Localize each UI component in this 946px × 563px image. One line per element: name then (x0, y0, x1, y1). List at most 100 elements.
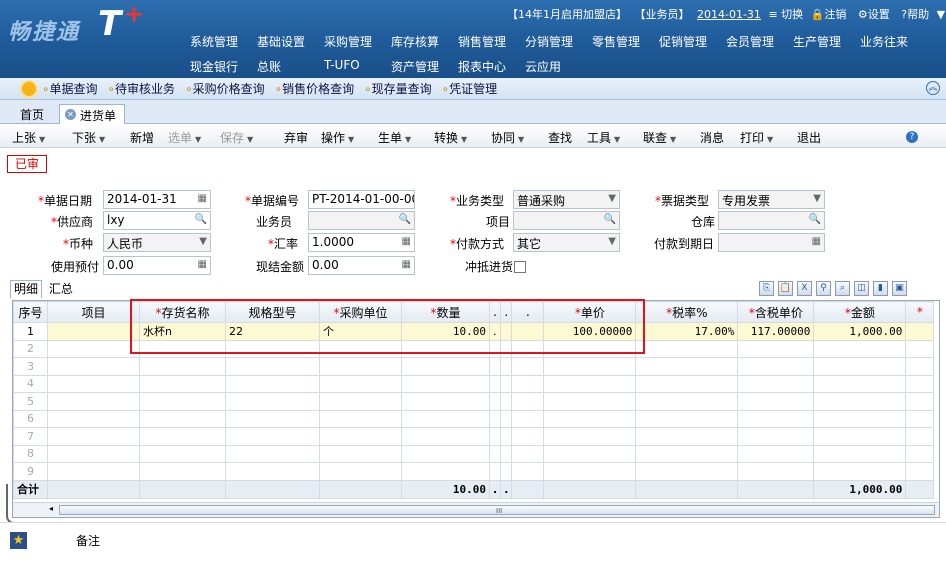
table-cell[interactable] (225, 427, 320, 446)
settle-field[interactable]: 0.00 ▦ (308, 256, 415, 275)
menu-item-2[interactable]: 采购管理 (324, 33, 391, 50)
calculator-icon[interactable]: ▦ (198, 259, 207, 270)
table-cell[interactable] (500, 427, 513, 446)
table-cell[interactable] (543, 374, 637, 393)
login-date-link[interactable]: 2014-01-31 (697, 8, 761, 21)
table-row[interactable]: 3 (13, 357, 935, 376)
column-header-13[interactable]: * (905, 301, 935, 323)
table-cell[interactable] (511, 374, 545, 393)
settings-button[interactable]: ⚙设置 (858, 8, 894, 21)
menu-item-4[interactable]: 销售管理 (458, 33, 525, 50)
zoom-icon[interactable]: ⌕ (835, 281, 850, 296)
table-cell[interactable] (511, 357, 545, 376)
calculator-icon[interactable]: ▦ (402, 259, 411, 270)
table-cell[interactable] (319, 392, 402, 411)
table-cell[interactable] (225, 462, 320, 481)
paydue-field[interactable]: ▦ (718, 233, 825, 252)
table-cell[interactable] (500, 357, 513, 376)
table-cell[interactable] (488, 444, 502, 463)
menu-item-6[interactable]: 零售管理 (592, 33, 659, 50)
table-cell[interactable] (47, 427, 140, 446)
menu-item-0[interactable]: 系统管理 (190, 33, 257, 50)
table-cell[interactable] (635, 462, 739, 481)
table-cell[interactable] (139, 444, 226, 463)
table-cell[interactable] (47, 392, 140, 411)
payway-select[interactable]: 其它 ▼ (513, 233, 620, 252)
table-row[interactable]: 9 (13, 462, 935, 481)
table-cell[interactable] (635, 444, 739, 463)
tab-detail[interactable]: 明细 (10, 280, 43, 298)
toolbar-button-3[interactable]: 选单 ▼ (168, 129, 201, 146)
toolbar-button-12[interactable]: 联查 ▼ (643, 129, 676, 146)
quick-link-5[interactable]: ∘凭证管理 (442, 80, 498, 97)
table-cell[interactable] (319, 444, 402, 463)
export-excel-icon[interactable]: X (797, 281, 812, 296)
table-cell[interactable] (139, 427, 226, 446)
table-cell[interactable] (401, 409, 490, 428)
table-row[interactable]: 8 (13, 444, 935, 463)
table-cell[interactable] (543, 444, 637, 463)
table-row[interactable]: 5 (13, 392, 935, 411)
toolbar-button-13[interactable]: 消息 (700, 129, 724, 146)
rate-field[interactable]: 1.0000 ▦ (308, 233, 415, 252)
table-cell[interactable] (139, 374, 226, 393)
toolbar-button-0[interactable]: 上张 ▼ (12, 129, 45, 146)
date-field[interactable]: 2014-01-31 ▦ (103, 190, 211, 209)
table-cell[interactable] (737, 392, 815, 411)
table-cell[interactable] (813, 444, 907, 463)
table-cell[interactable] (635, 409, 739, 428)
project-field[interactable]: 🔍 (513, 211, 620, 230)
table-cell[interactable] (737, 374, 815, 393)
menu2-item-1[interactable]: 总账 (257, 58, 324, 75)
logout-button[interactable]: 🔒注销 (811, 8, 851, 21)
clerk-field[interactable]: 🔍 (308, 211, 415, 230)
table-cell[interactable] (47, 339, 140, 358)
table-cell[interactable] (905, 427, 935, 446)
table-cell[interactable] (47, 357, 140, 376)
table-cell[interactable]: 5 (13, 392, 48, 411)
toolbar-button-7[interactable]: 生单 ▼ (378, 129, 411, 146)
calculator-icon[interactable]: ▦ (402, 236, 411, 247)
tab-home[interactable]: 首页 (12, 104, 52, 124)
table-cell[interactable]: 1,000.00 (813, 322, 907, 341)
menu-item-5[interactable]: 分销管理 (525, 33, 592, 50)
table-cell[interactable] (905, 392, 935, 411)
chart-icon[interactable]: ▮ (873, 281, 888, 296)
menu-item-9[interactable]: 生产管理 (793, 33, 860, 50)
search-icon[interactable]: 🔍 (195, 214, 207, 225)
paste-row-icon[interactable]: 📋 (778, 281, 793, 296)
table-cell[interactable] (635, 339, 739, 358)
close-icon[interactable]: ✕ (65, 109, 76, 120)
warehouse-field[interactable]: 🔍 (718, 211, 825, 230)
favorites-star-icon[interactable]: ★ (10, 532, 27, 549)
copy-row-icon[interactable]: ⎘ (759, 281, 774, 296)
table-cell[interactable] (543, 409, 637, 428)
invtype-select[interactable]: 专用发票 ▼ (718, 190, 825, 209)
save-layout-icon[interactable]: ▣ (892, 281, 907, 296)
menu2-item-3[interactable]: 资产管理 (391, 58, 458, 75)
table-cell[interactable] (139, 409, 226, 428)
table-cell[interactable] (401, 374, 490, 393)
table-cell[interactable] (635, 357, 739, 376)
table-cell[interactable] (737, 409, 815, 428)
table-cell[interactable]: 9 (13, 462, 48, 481)
table-cell[interactable] (511, 462, 545, 481)
toolbar-button-8[interactable]: 转换 ▼ (434, 129, 467, 146)
find-icon[interactable]: ⚲ (816, 281, 831, 296)
table-cell[interactable] (813, 392, 907, 411)
table-cell[interactable] (905, 462, 935, 481)
table-cell[interactable] (319, 357, 402, 376)
supplier-field[interactable]: lxy 🔍 (103, 211, 211, 230)
table-cell[interactable] (905, 374, 935, 393)
table-cell[interactable] (225, 444, 320, 463)
table-cell[interactable] (737, 357, 815, 376)
help-button[interactable]: ?帮助 ▼ (901, 8, 945, 21)
filter-icon[interactable]: ◫ (854, 281, 869, 296)
code-field[interactable]: PT-2014-01-00-00... (308, 190, 415, 209)
menu-item-7[interactable]: 促销管理 (659, 33, 726, 50)
search-icon[interactable]: 🔍 (399, 214, 411, 225)
table-cell[interactable] (737, 462, 815, 481)
table-cell[interactable] (500, 392, 513, 411)
quick-link-3[interactable]: ∘销售价格查询 (275, 80, 355, 97)
toolbar-button-4[interactable]: 保存 ▼ (220, 129, 253, 146)
